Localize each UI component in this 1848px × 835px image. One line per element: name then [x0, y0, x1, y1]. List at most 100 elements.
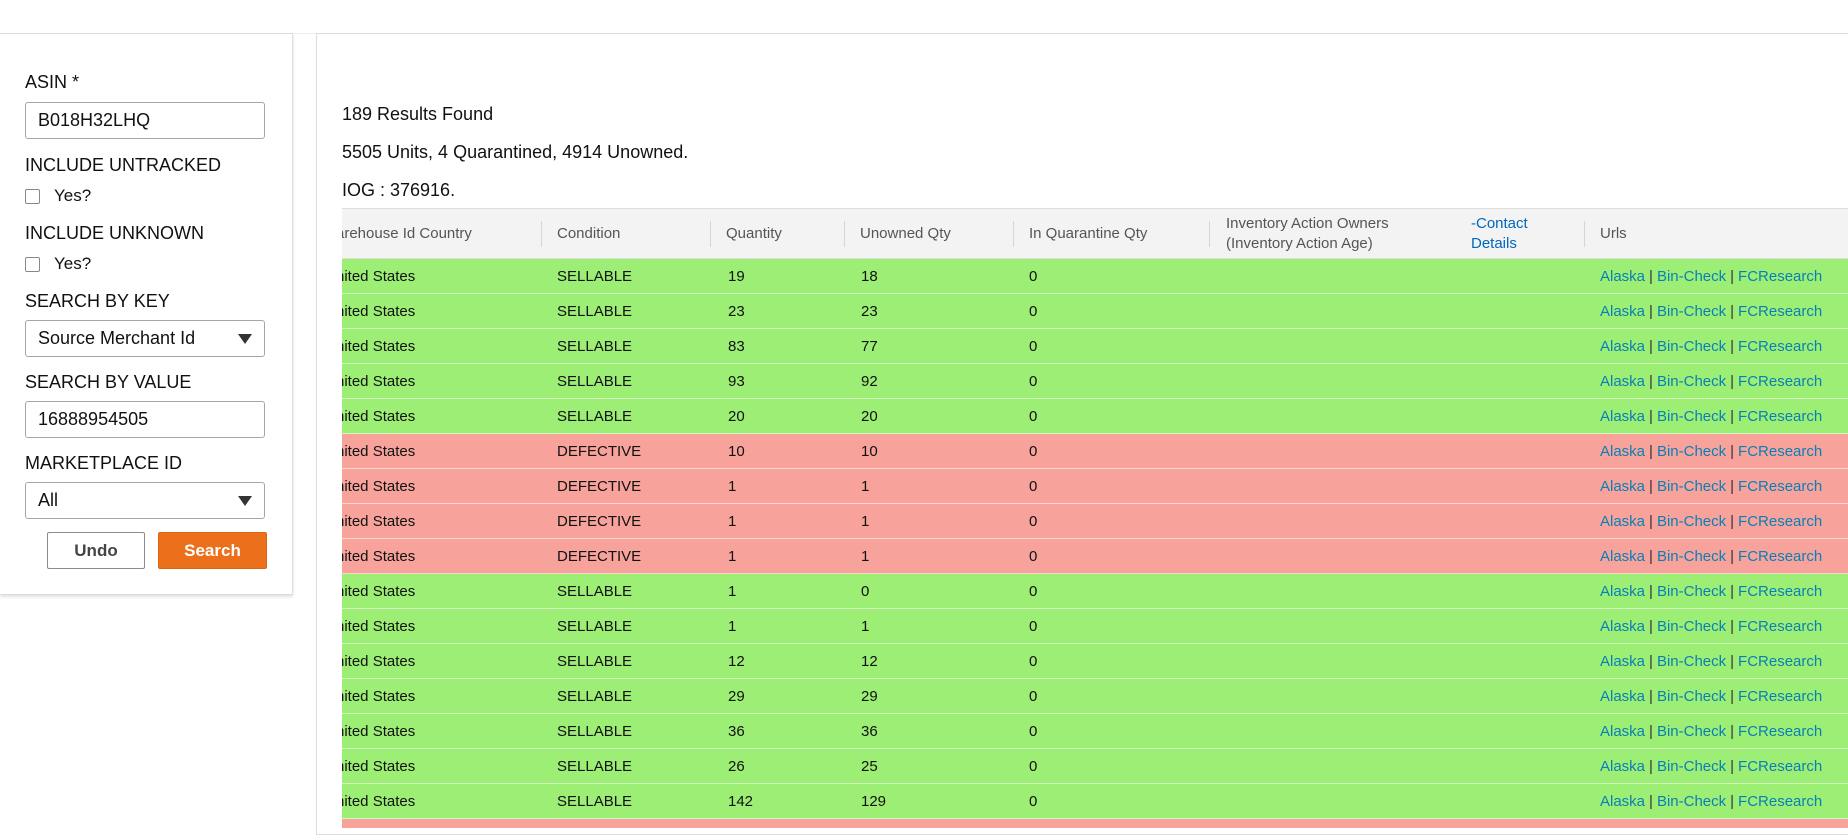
table-row[interactable]: nited States SELLABLE 83 77 0 Alaska | Bin-Chec… — [342, 329, 1848, 364]
table-row[interactable]: nited States DEFECTIVE 1 1 0 Alaska | Bin-Check… — [342, 469, 1848, 504]
bin-check-link[interactable]: Bin-Check — [1657, 723, 1726, 740]
alaska-link[interactable]: Alaska — [1600, 723, 1645, 740]
table-row[interactable]: nited States SELLABLE 93 92 0 Alaska | Bin-Chec… — [342, 364, 1848, 399]
alaska-link[interactable]: Alaska — [1600, 583, 1645, 600]
fcresearch-link[interactable]: FCResearch — [1738, 513, 1822, 530]
header-quarantine-qty[interactable]: In Quarantine Qty — [1029, 224, 1147, 244]
search-by-key-select[interactable]: Source Merchant Id — [25, 320, 265, 357]
fcresearch-link[interactable]: FCResearch — [1738, 583, 1822, 600]
table-row[interactable]: nited States SELLABLE 26 25 0 Alaska | Bin-Chec… — [342, 749, 1848, 784]
cell-quantity: 26 — [728, 758, 745, 775]
bin-check-link[interactable]: Bin-Check — [1657, 303, 1726, 320]
header-divider[interactable] — [1013, 221, 1014, 247]
fcresearch-link[interactable]: FCResearch — [1738, 268, 1822, 285]
include-untracked-checkbox[interactable] — [25, 188, 40, 204]
fcresearch-link[interactable]: FCResearch — [1738, 653, 1822, 670]
bin-check-link[interactable]: Bin-Check — [1657, 548, 1726, 565]
fcresearch-link[interactable]: FCResearch — [1738, 303, 1822, 320]
table-row[interactable]: nited States SELLABLE 23 23 0 Alaska | Bin-Chec… — [342, 294, 1848, 329]
cell-urls: Alaska | Bin-Check | FCResearch — [1600, 294, 1822, 329]
bin-check-link[interactable]: Bin-Check — [1657, 373, 1726, 390]
alaska-link[interactable]: Alaska — [1600, 303, 1645, 320]
header-divider[interactable] — [541, 221, 542, 247]
undo-button[interactable]: Undo — [47, 532, 145, 569]
alaska-link[interactable]: Alaska — [1600, 268, 1645, 285]
alaska-link[interactable]: Alaska — [1600, 688, 1645, 705]
alaska-link[interactable]: Alaska — [1600, 338, 1645, 355]
alaska-link[interactable]: Alaska — [1600, 408, 1645, 425]
table-row[interactable]: nited States SELLABLE 142 129 0 Alaska | Bin-Ch… — [342, 784, 1848, 819]
alaska-link[interactable]: Alaska — [1600, 478, 1645, 495]
contact-details-link[interactable]: -Contact Details — [1471, 214, 1528, 254]
bin-check-link[interactable]: Bin-Check — [1657, 758, 1726, 775]
cell-urls: Alaska | Bin-Check | FCResearch — [1600, 434, 1822, 469]
table-row[interactable]: nited States DEFECTIVE 1 1 0 Alaska | Bin-Check… — [342, 539, 1848, 574]
link-separator: | — [1649, 793, 1653, 810]
fcresearch-link[interactable]: FCResearch — [1738, 338, 1822, 355]
bin-check-link[interactable]: Bin-Check — [1657, 268, 1726, 285]
alaska-link[interactable]: Alaska — [1600, 443, 1645, 460]
table-row[interactable]: nited States SELLABLE 12 12 0 Alaska | Bin-Chec… — [342, 644, 1848, 679]
header-urls[interactable]: Urls — [1600, 224, 1627, 244]
bin-check-link[interactable]: Bin-Check — [1657, 408, 1726, 425]
fcresearch-link[interactable]: FCResearch — [1738, 758, 1822, 775]
search-by-value-input[interactable]: 16888954505 — [25, 401, 265, 438]
cell-urls: Alaska | Bin-Check | FCResearch — [1600, 609, 1822, 644]
header-divider[interactable] — [1209, 221, 1210, 247]
alaska-link[interactable]: Alaska — [1600, 618, 1645, 635]
link-separator: | — [1730, 758, 1735, 775]
table-row[interactable]: nited States DEFECTIVE 10 10 0 Alaska | Bin-Che… — [342, 434, 1848, 469]
alaska-link[interactable]: Alaska — [1600, 793, 1645, 810]
bin-check-link[interactable]: Bin-Check — [1657, 513, 1726, 530]
alaska-link[interactable]: Alaska — [1600, 758, 1645, 775]
alaska-link[interactable]: Alaska — [1600, 513, 1645, 530]
table-row[interactable]: nited States SELLABLE 36 36 0 Alaska | Bin-Chec… — [342, 714, 1848, 749]
alaska-link[interactable]: Alaska — [1600, 653, 1645, 670]
bin-check-link[interactable]: Bin-Check — [1657, 478, 1726, 495]
fcresearch-link[interactable]: FCResearch — [1738, 478, 1822, 495]
table-row[interactable] — [342, 819, 1848, 828]
fcresearch-link[interactable]: FCResearch — [1738, 688, 1822, 705]
link-separator: | — [1730, 653, 1735, 670]
header-condition[interactable]: Condition — [557, 224, 620, 244]
bin-check-link[interactable]: Bin-Check — [1657, 793, 1726, 810]
bin-check-link[interactable]: Bin-Check — [1657, 653, 1726, 670]
include-unknown-checkbox[interactable] — [25, 256, 40, 272]
fcresearch-link[interactable]: FCResearch — [1738, 373, 1822, 390]
bin-check-link[interactable]: Bin-Check — [1657, 688, 1726, 705]
header-divider[interactable] — [710, 221, 711, 247]
fcresearch-link[interactable]: FCResearch — [1738, 723, 1822, 740]
fcresearch-link[interactable]: FCResearch — [1738, 408, 1822, 425]
table-row[interactable]: nited States SELLABLE 1 1 0 Alaska | Bin-Check |… — [342, 609, 1848, 644]
bin-check-link[interactable]: Bin-Check — [1657, 338, 1726, 355]
marketplace-id-select[interactable]: All — [25, 482, 265, 519]
bin-check-link[interactable]: Bin-Check — [1657, 583, 1726, 600]
cell-quarantine-qty: 0 — [1029, 758, 1038, 775]
cell-quarantine-qty: 0 — [1029, 268, 1038, 285]
fcresearch-link[interactable]: FCResearch — [1738, 618, 1822, 635]
header-divider[interactable] — [844, 221, 845, 247]
table-row[interactable]: nited States SELLABLE 1 0 0 Alaska | Bin-Check |… — [342, 574, 1848, 609]
table-row[interactable]: nited States DEFECTIVE 1 1 0 Alaska | Bin-Check… — [342, 504, 1848, 539]
header-unowned-qty[interactable]: Unowned Qty — [860, 224, 951, 244]
asin-input[interactable]: B018H32LHQ — [25, 102, 265, 139]
header-country[interactable]: arehouse Id Country — [342, 224, 472, 244]
table-row[interactable]: nited States SELLABLE 20 20 0 Alaska | Bin-Chec… — [342, 399, 1848, 434]
alaska-link[interactable]: Alaska — [1600, 373, 1645, 390]
alaska-link[interactable]: Alaska — [1600, 548, 1645, 565]
fcresearch-link[interactable]: FCResearch — [1738, 548, 1822, 565]
fcresearch-link[interactable]: FCResearch — [1738, 443, 1822, 460]
header-divider[interactable] — [1584, 221, 1585, 247]
search-button[interactable]: Search — [158, 532, 267, 569]
table-row[interactable]: nited States SELLABLE 19 18 0 Alaska | Bin-Chec… — [342, 259, 1848, 294]
cell-urls: Alaska | Bin-Check | FCResearch — [1600, 784, 1822, 819]
fcresearch-link[interactable]: FCResearch — [1738, 793, 1822, 810]
table-row[interactable]: nited States SELLABLE 29 29 0 Alaska | Bin-Chec… — [342, 679, 1848, 714]
search-by-value-label: SEARCH BY VALUE — [25, 372, 192, 392]
cell-country: nited States — [342, 303, 416, 320]
cell-condition: DEFECTIVE — [557, 478, 642, 495]
bin-check-link[interactable]: Bin-Check — [1657, 443, 1726, 460]
header-action-owners[interactable]: Inventory Action Owners (Inventory Actio… — [1226, 214, 1389, 254]
header-quantity[interactable]: Quantity — [726, 224, 782, 244]
bin-check-link[interactable]: Bin-Check — [1657, 618, 1726, 635]
